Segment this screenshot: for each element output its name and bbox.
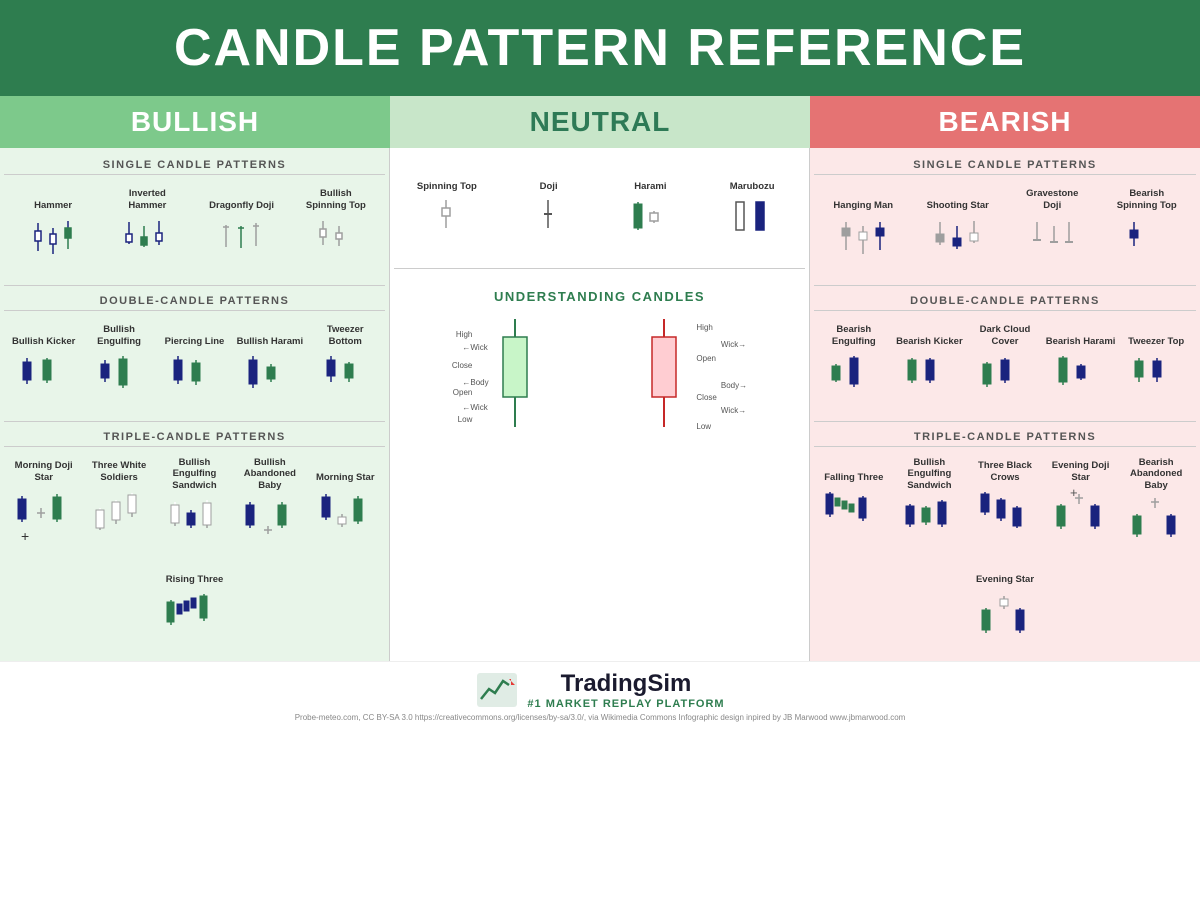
pattern-morning-star: Morning Star [310, 457, 380, 547]
bearish-triple-header: TRIPLE-CANDLE PATTERNS [814, 426, 1196, 447]
pattern-bullish-engulfing: Bullish Engulfing [84, 321, 154, 411]
bearish-triple-patterns: Falling Three [814, 451, 1196, 655]
footer-tagline: #1 MARKET REPLAY PLATFORM [527, 698, 724, 710]
pattern-doji: Doji [514, 166, 584, 256]
bearish-single-patterns: Hanging Man [814, 179, 1196, 281]
pattern-shooting-star: Shooting Star [923, 185, 993, 275]
svg-text:+: + [21, 528, 29, 544]
neutral-single-patterns: Spinning Top Doji [394, 154, 805, 262]
pattern-harami: Harami [615, 166, 685, 256]
main-content: SINGLE CANDLE PATTERNS Hammer [0, 148, 1200, 661]
pattern-tweezer-bottom: Tweezer Bottom [310, 321, 380, 411]
pattern-bearish-harami: Bearish Harami [1046, 321, 1116, 411]
understanding-section: UNDERSTANDING CANDLES High Close Open Lo… [394, 275, 805, 449]
pattern-falling-three: Falling Three [819, 457, 889, 547]
pattern-morning-doji-star: Morning Doji Star [9, 457, 79, 547]
pattern-three-white-soldiers: Three White Soldiers [84, 457, 154, 547]
page-title: CANDLE PATTERN REFERENCE [10, 18, 1190, 78]
pattern-evening-star: Evening Star [970, 559, 1040, 649]
pattern-bearish-kicker: Bearish Kicker [894, 321, 964, 411]
pattern-bearish-engulfing: Bearish Engulfing [819, 321, 889, 411]
bearish-double-patterns: Bearish Engulfing [814, 315, 1196, 417]
bullish-header: BULLISH [0, 96, 390, 148]
pattern-spinning-top: Spinning Top [412, 166, 482, 256]
footer-credits: Probe-meteo.com, CC BY-SA 3.0 https://cr… [20, 713, 1180, 722]
bearish-column: SINGLE CANDLE PATTERNS Hanging Man [810, 148, 1200, 661]
bullish-double-patterns: Bullish Kicker [4, 315, 385, 417]
pattern-piercing-line: Piercing Line [159, 321, 229, 411]
pattern-gravestone-doji: Gravestone Doji [1017, 185, 1087, 275]
bearish-double-header: DOUBLE-CANDLE PATTERNS [814, 290, 1196, 311]
footer-brand: TradingSim #1 MARKET REPLAY PLATFORM [20, 670, 1180, 710]
pattern-dark-cloud-cover: Dark Cloud Cover [970, 321, 1040, 411]
pattern-marubozu: Marubozu [717, 166, 787, 256]
neutral-header: NEUTRAL [390, 96, 810, 148]
pattern-hammer: Hammer [18, 185, 88, 275]
pattern-bullish-harami: Bullish Harami [235, 321, 305, 411]
neutral-column: Spinning Top Doji [390, 148, 810, 661]
pattern-inverted-hammer: Inverted Hammer [112, 185, 182, 275]
pattern-bearish-spinning-top: Bearish Spinning Top [1112, 185, 1182, 275]
bullish-single-header: SINGLE CANDLE PATTERNS [4, 154, 385, 175]
pattern-tweezer-top: Tweezer Top [1121, 321, 1191, 411]
bearish-single-header: SINGLE CANDLE PATTERNS [814, 154, 1196, 175]
column-headers: BULLISH NEUTRAL BEARISH [0, 96, 1200, 148]
bullish-triple-patterns: Morning Doji Star [4, 451, 385, 655]
tradingsim-logo-icon [475, 671, 519, 709]
understanding-header: UNDERSTANDING CANDLES [402, 281, 797, 307]
pattern-bullish-spinning-top: Bullish Spinning Top [301, 185, 371, 275]
pattern-dragonfly-doji: Dragonfly Doji [207, 185, 277, 275]
pattern-hanging-man: Hanging Man [828, 185, 898, 275]
pattern-three-black-crows: Three Black Crows [970, 457, 1040, 547]
pattern-bearish-engulfing-sandwich: Bullish Engulfing Sandwich [894, 457, 964, 555]
pattern-bullish-engulfing-sandwich: Bullish Engulfing Sandwich [159, 457, 229, 555]
page-header: CANDLE PATTERN REFERENCE [0, 0, 1200, 96]
bullish-triple-header: TRIPLE-CANDLE PATTERNS [4, 426, 385, 447]
footer: TradingSim #1 MARKET REPLAY PLATFORM Pro… [0, 661, 1200, 727]
svg-text:+: + [1070, 486, 1078, 500]
bullish-double-header: DOUBLE-CANDLE PATTERNS [4, 290, 385, 311]
pattern-bearish-abandoned-baby: Bearish Abandoned Baby [1121, 457, 1191, 555]
pattern-bullish-kicker: Bullish Kicker [9, 321, 79, 411]
pattern-evening-doji-star: Evening Doji Star [1046, 457, 1116, 547]
candle-diagrams: High Close Open Low ←Wick ←Body ←Wick [402, 311, 797, 443]
bullish-single-patterns: Hammer [4, 179, 385, 281]
pattern-bullish-abandoned-baby: Bullish Abandoned Baby [235, 457, 305, 555]
bullish-column: SINGLE CANDLE PATTERNS Hammer [0, 148, 390, 661]
bearish-header: BEARISH [810, 96, 1200, 148]
brand-name: TradingSim [527, 670, 724, 698]
pattern-rising-three: Rising Three [160, 559, 230, 649]
